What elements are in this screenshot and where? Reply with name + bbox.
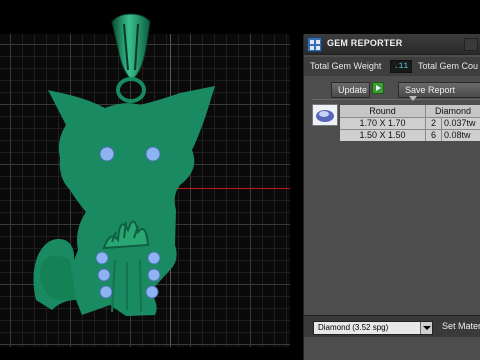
update-button[interactable]: Update [331, 82, 370, 98]
cat-pendant-model[interactable] [0, 0, 303, 360]
round-gem-thumbnail [312, 104, 338, 126]
column-header-shape: Round [340, 105, 426, 117]
set-material-button[interactable]: Set Mater [442, 321, 480, 331]
material-selected-value: Diamond (3.52 spg) [318, 323, 389, 332]
panel-header: GEM REPORTER [304, 34, 480, 55]
pendant-bail [111, 13, 151, 103]
gem-reporter-logo-icon [307, 37, 322, 52]
column-header-material: Diamond [426, 105, 480, 117]
action-row: Update Save Report [304, 80, 480, 100]
panel-close-button[interactable] [464, 38, 478, 51]
gem-count: 6 [426, 130, 442, 141]
gem-reporter-panel: GEM REPORTER Total Gem Weight .11 Total … [303, 34, 480, 360]
gem-shape-icon [316, 110, 334, 122]
gem-size: 1.50 X 1.50 [340, 130, 426, 141]
3d-viewport[interactable] [0, 0, 303, 360]
cat-body [33, 86, 215, 316]
total-weight-value: .11 [390, 60, 412, 73]
total-weight-label: Total Gem Weight [310, 61, 382, 71]
chevron-down-icon[interactable] [420, 322, 432, 334]
gem-weight: 0.037tw [442, 118, 480, 129]
total-weight-row: Total Gem Weight .11 Total Gem Cou [304, 57, 480, 76]
table-row[interactable]: 1.50 X 1.50 6 0.08tw [340, 129, 480, 141]
gem-count: 2 [426, 118, 442, 129]
panel-title: GEM REPORTER [327, 38, 403, 48]
splitter-handle-icon[interactable] [409, 96, 417, 101]
material-row: Diamond (3.52 spg) Set Mater [304, 315, 480, 337]
total-count-label: Total Gem Cou [418, 61, 479, 71]
play-icon[interactable] [372, 82, 384, 94]
panel-divider [312, 99, 480, 100]
gem-weight: 0.08tw [442, 130, 480, 141]
table-row[interactable]: 1.70 X 1.70 2 0.037tw [340, 117, 480, 129]
material-dropdown[interactable]: Diamond (3.52 spg) [313, 321, 433, 335]
gem-size: 1.70 X 1.70 [340, 118, 426, 129]
